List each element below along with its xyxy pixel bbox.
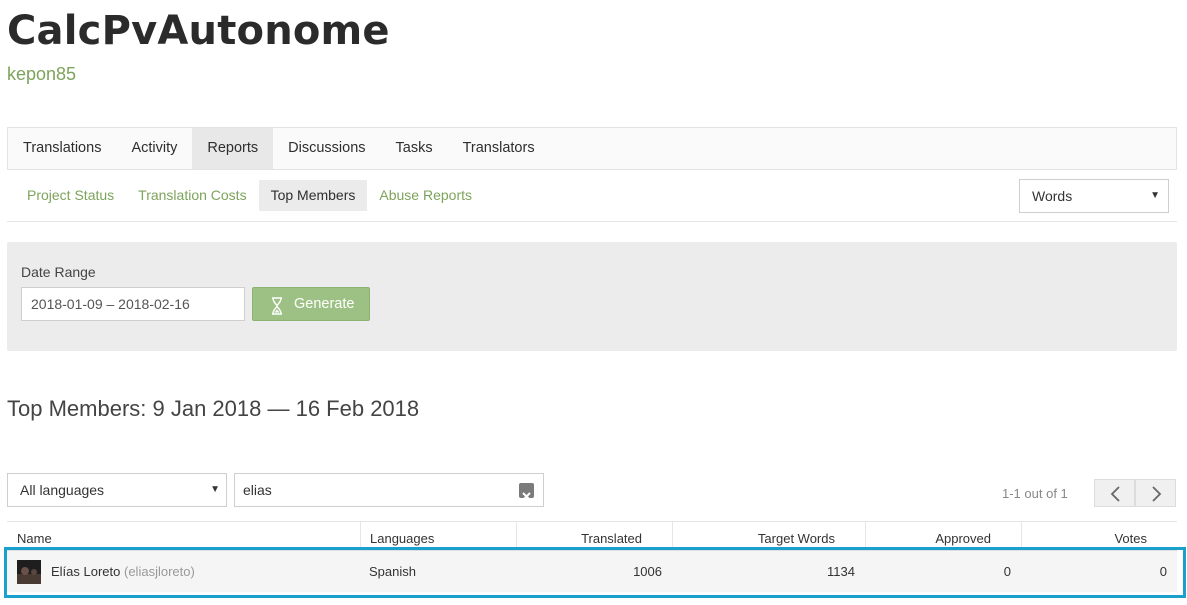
column-header-name[interactable]: Name <box>7 522 360 550</box>
language-filter-value: All languages <box>20 482 105 498</box>
hourglass-icon <box>271 295 283 327</box>
project-title: CalcPvAutonome <box>7 8 390 54</box>
pager-prev-button[interactable] <box>1094 479 1135 507</box>
subtab-top-members[interactable]: Top Members <box>258 180 368 211</box>
tab-activity[interactable]: Activity <box>116 128 192 169</box>
subtab-project-status[interactable]: Project Status <box>15 180 126 211</box>
member-target-words: 1134 <box>827 564 855 579</box>
table-header: Name Languages Translated Target Words A… <box>7 521 1177 555</box>
generate-button[interactable]: Generate <box>252 287 370 321</box>
avatar <box>17 560 41 584</box>
chevron-right-icon <box>1152 486 1162 502</box>
language-filter-select[interactable]: All languages ▼ <box>7 473 227 507</box>
tab-translators[interactable]: Translators <box>448 128 550 169</box>
section-title: Top Members: 9 Jan 2018 — 16 Feb 2018 <box>7 396 420 421</box>
report-subtab-bar: Project Status Translation Costs Top Mem… <box>15 180 484 211</box>
member-name: Elías Loreto <box>51 564 121 579</box>
date-range-input[interactable]: 2018-01-09 – 2018-02-16 <box>21 287 245 321</box>
chevron-down-icon: ▼ <box>1150 190 1160 201</box>
tab-reports[interactable]: Reports <box>192 128 274 169</box>
member-language: Spanish <box>369 564 416 579</box>
tab-translations[interactable]: Translations <box>8 128 116 169</box>
unit-select[interactable]: Words ▼ <box>1019 179 1169 213</box>
column-header-approved[interactable]: Approved <box>865 522 1021 550</box>
chevron-left-icon <box>1110 486 1120 502</box>
member-username: (eliasjloreto) <box>124 564 195 579</box>
column-header-languages[interactable]: Languages <box>360 522 516 550</box>
pager-next-button[interactable] <box>1135 479 1176 507</box>
chevron-down-icon: ▼ <box>210 484 220 495</box>
main-tab-bar: Translations Activity Reports Discussion… <box>7 127 1177 170</box>
clear-search-icon[interactable] <box>519 483 534 501</box>
filter-panel: Date Range 2018-01-09 – 2018-02-16 Gener… <box>7 242 1177 351</box>
member-search-value: elias <box>243 482 272 498</box>
table-row[interactable]: Elías Loreto (eliasjloreto) Spanish 1006… <box>7 550 1177 592</box>
tab-discussions[interactable]: Discussions <box>273 128 380 169</box>
member-approved: 0 <box>1003 564 1011 579</box>
column-header-translated[interactable]: Translated <box>516 522 672 555</box>
member-cell[interactable]: Elías Loreto (eliasjloreto) <box>51 551 351 593</box>
tab-tasks[interactable]: Tasks <box>381 128 448 169</box>
member-search-input[interactable]: elias <box>234 473 544 507</box>
subtab-abuse-reports[interactable]: Abuse Reports <box>367 180 484 211</box>
member-votes: 0 <box>1159 564 1167 579</box>
unit-select-value: Words <box>1032 188 1073 204</box>
column-header-target-words[interactable]: Target Words <box>672 522 865 550</box>
pager-text: 1-1 out of 1 <box>1002 486 1068 501</box>
member-translated: 1006 <box>633 564 662 579</box>
project-owner-link[interactable]: kepon85 <box>7 64 76 85</box>
date-range-label: Date Range <box>21 264 96 280</box>
subtab-divider <box>7 221 1177 222</box>
generate-button-label: Generate <box>294 296 355 312</box>
subtab-translation-costs[interactable]: Translation Costs <box>126 180 258 211</box>
column-header-votes[interactable]: Votes <box>1021 522 1177 550</box>
